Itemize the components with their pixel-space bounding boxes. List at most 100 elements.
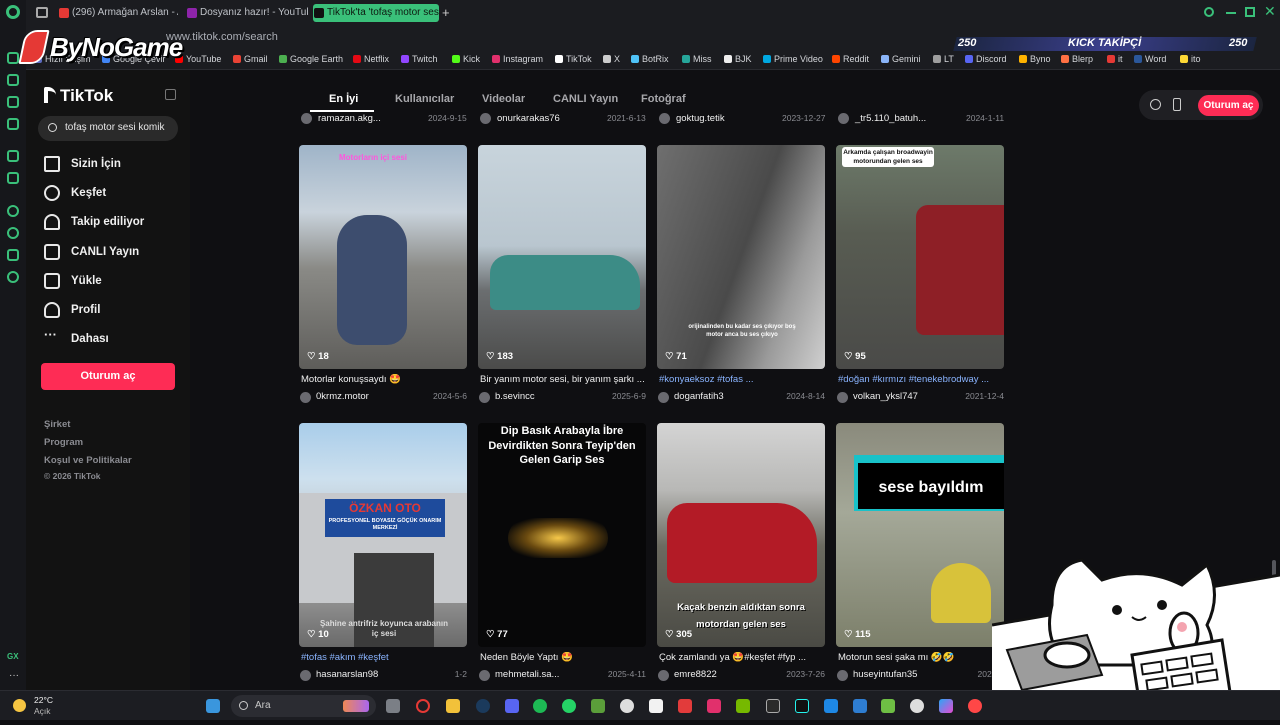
bluestacks-icon[interactable] bbox=[881, 699, 895, 713]
bookmark-tiktok[interactable]: TikTok bbox=[555, 54, 592, 64]
more-icon[interactable]: ··· bbox=[9, 670, 19, 681]
bookmark-gemini[interactable]: Gemini bbox=[881, 54, 921, 64]
start-windows-icon[interactable] bbox=[206, 699, 220, 713]
copilot-icon[interactable] bbox=[939, 699, 953, 713]
spotify-icon[interactable] bbox=[533, 699, 547, 713]
extensions-icon[interactable] bbox=[7, 249, 19, 261]
ea-icon[interactable] bbox=[968, 699, 982, 713]
video-description[interactable]: Motorlar konuşsaydı 🤩 bbox=[301, 374, 467, 385]
bookmark-reddit[interactable]: Reddit bbox=[832, 54, 869, 64]
nav-explore[interactable]: Keşfet bbox=[44, 184, 106, 202]
weather-temp[interactable]: 22°C bbox=[34, 695, 53, 705]
video-description[interactable]: Bir yanım motor sesi, bir yanım şarkı ..… bbox=[480, 374, 646, 385]
opera-logo-icon[interactable] bbox=[6, 5, 20, 19]
tab-top[interactable]: En İyi bbox=[329, 93, 358, 105]
coins-icon[interactable] bbox=[1150, 99, 1161, 110]
bookmark-netflix[interactable]: Netflix bbox=[353, 54, 389, 64]
notes-icon[interactable] bbox=[853, 699, 867, 713]
video-thumbnail[interactable]: Arkamda çalışan broadwayin motorundan ge… bbox=[836, 145, 1004, 369]
video-thumbnail[interactable]: Kaçak benzin aldıktan sonra motordan gel… bbox=[657, 423, 825, 647]
minimize-icon[interactable] bbox=[1226, 12, 1236, 14]
bookmark-discord[interactable]: Discord bbox=[965, 54, 1007, 64]
login-button-sidebar[interactable]: Oturum aç bbox=[41, 363, 175, 390]
bookmark-twitch[interactable]: Twitch bbox=[401, 54, 438, 64]
video-author[interactable]: hasanarslan98 1-2 bbox=[299, 669, 467, 683]
bookmark-bjk[interactable]: BJK bbox=[724, 54, 752, 64]
nvidia-icon[interactable] bbox=[736, 699, 750, 713]
video-description[interactable]: Neden Böyle Yaptı 🤩 bbox=[480, 652, 646, 663]
roblox-icon[interactable] bbox=[678, 699, 692, 713]
maximize-icon[interactable] bbox=[1245, 7, 1255, 17]
bookmark-prime-video[interactable]: Prime Video bbox=[763, 54, 823, 64]
minecraft-icon[interactable] bbox=[591, 699, 605, 713]
video-author[interactable]: 0krmz.motor 2024-5-6 bbox=[299, 391, 467, 405]
video-author[interactable]: b.sevincc 2025-6-9 bbox=[478, 391, 646, 405]
new-tab-button[interactable]: + bbox=[442, 5, 450, 20]
player-icon[interactable] bbox=[7, 118, 19, 130]
epic-games-icon[interactable] bbox=[766, 699, 780, 713]
search-tabs-icon[interactable] bbox=[1204, 7, 1214, 17]
bookmark-kick[interactable]: Kick bbox=[452, 54, 480, 64]
whatsapp-icon[interactable] bbox=[562, 699, 576, 713]
gx-corner-icon[interactable] bbox=[7, 74, 19, 86]
video-author[interactable]: huseyintufan35 2024-1 bbox=[836, 669, 1004, 683]
video-author[interactable]: volkan_yksl747 2021-12-4 bbox=[836, 391, 1004, 405]
workspace-icon[interactable] bbox=[36, 7, 48, 18]
nav-upload[interactable]: Yükle bbox=[44, 272, 102, 290]
search-input[interactable]: tofaş motor sesi komik bbox=[38, 116, 178, 141]
bookmark-blerp[interactable]: Blerp bbox=[1061, 54, 1093, 64]
footer-company[interactable]: Şirket bbox=[44, 419, 70, 430]
chatgpt-icon[interactable] bbox=[910, 699, 924, 713]
settings-icon[interactable] bbox=[7, 271, 19, 283]
nav-more[interactable]: ··· Dahası bbox=[44, 327, 109, 348]
tab-photo[interactable]: Fotoğraf bbox=[641, 93, 686, 105]
opera-gx-icon[interactable] bbox=[416, 699, 430, 713]
video-description[interactable]: Çok zamlandı ya 🤩#keşfet #fyp ... bbox=[659, 652, 825, 663]
bookmark-lt[interactable]: LT bbox=[933, 54, 954, 64]
tiktok-app-icon[interactable] bbox=[795, 699, 809, 713]
instagram-icon[interactable] bbox=[707, 699, 721, 713]
clock-icon[interactable] bbox=[7, 227, 19, 239]
github-icon[interactable] bbox=[620, 699, 634, 713]
bookmark-x[interactable]: X bbox=[603, 54, 620, 64]
collapse-sidebar-icon[interactable] bbox=[165, 89, 176, 100]
video-thumbnail[interactable]: orijinalinden bu kadar ses çıkıyor boş m… bbox=[657, 145, 825, 369]
video-thumbnail[interactable]: Dip Basık Arabayla İbre Devirdikten Sonr… bbox=[478, 423, 646, 647]
weather-moon-icon[interactable] bbox=[13, 699, 26, 712]
bookmark-word[interactable]: Word bbox=[1134, 54, 1166, 64]
close-window-icon[interactable]: ✕ bbox=[1264, 3, 1276, 20]
bookmark-byno[interactable]: Byno bbox=[1019, 54, 1051, 64]
video-thumbnail[interactable]: ♡ 183 bbox=[478, 145, 646, 369]
x-twitter-icon[interactable] bbox=[7, 172, 19, 184]
video-description[interactable]: #doğan #kırmızı #tenekebrodway ... bbox=[838, 374, 1004, 385]
video-author[interactable]: emre8822 2023-7-26 bbox=[657, 669, 825, 683]
video-thumbnail[interactable]: sese bayıldım ♡ 115 bbox=[836, 423, 1004, 647]
task-view-icon[interactable] bbox=[386, 699, 400, 713]
bookmark-gmail[interactable]: Gmail bbox=[233, 54, 268, 64]
tab-live[interactable]: CANLI Yayın bbox=[553, 93, 618, 105]
video-description[interactable]: #konyaeksoz #tofas ... bbox=[659, 374, 825, 385]
capcut-icon[interactable] bbox=[649, 699, 663, 713]
tiktok-logo[interactable]: TikTok bbox=[44, 86, 113, 106]
nav-following[interactable]: Takip ediliyor bbox=[44, 213, 144, 231]
file-explorer-icon[interactable] bbox=[446, 699, 460, 713]
news-icon[interactable] bbox=[7, 96, 19, 108]
bookmark-instagram[interactable]: Instagram bbox=[492, 54, 543, 64]
tab-users[interactable]: Kullanıcılar bbox=[395, 93, 454, 105]
footer-terms[interactable]: Koşul ve Politikalar bbox=[44, 455, 132, 466]
phone-icon[interactable] bbox=[1173, 98, 1181, 111]
bookmark-miss[interactable]: Miss bbox=[682, 54, 712, 64]
history-icon[interactable] bbox=[7, 205, 19, 217]
tab-youtube-dosya[interactable]: Dosyanız hazır! - YouTube bbox=[186, 4, 308, 22]
steam-icon[interactable] bbox=[476, 699, 490, 713]
video-description[interactable]: Motorun sesi şaka mı 🤣🤣 bbox=[838, 652, 1004, 663]
bookmark-ito[interactable]: ito bbox=[1180, 54, 1201, 64]
tab-tiktok[interactable]: TikTok'ta 'tofaş motor sesi bbox=[313, 4, 439, 22]
tab-youtube-arslan[interactable]: (296) Armağan Arslan - Ata bbox=[58, 4, 178, 22]
login-button-top[interactable]: Oturum aç bbox=[1198, 95, 1259, 116]
video-thumbnail[interactable]: ÖZKAN OTO PROFESYONEL BOYASIZ GÖÇÜK ONAR… bbox=[299, 423, 467, 647]
bookmark-botrix[interactable]: BotRix bbox=[631, 54, 669, 64]
video-author[interactable]: doganfatih3 2024-8-14 bbox=[657, 391, 825, 405]
nav-profile[interactable]: Profil bbox=[44, 301, 100, 319]
footer-program[interactable]: Program bbox=[44, 437, 83, 448]
